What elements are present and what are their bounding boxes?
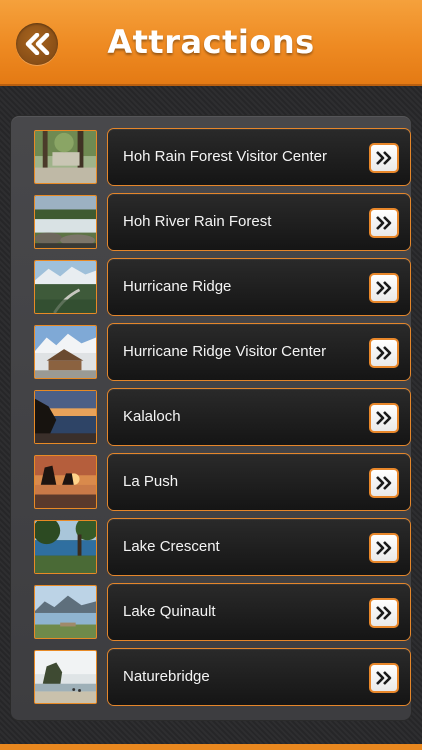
- list-item[interactable]: Hoh Rain Forest Visitor Center: [22, 129, 411, 187]
- attraction-label: Kalaloch: [123, 408, 181, 425]
- list-item[interactable]: Hurricane Ridge: [22, 259, 411, 317]
- page-title: Attractions: [107, 23, 315, 61]
- attraction-label: Lake Quinault: [123, 603, 216, 620]
- attraction-button[interactable]: Hurricane Ridge Visitor Center: [108, 324, 410, 380]
- attraction-label: Hurricane Ridge Visitor Center: [123, 343, 327, 360]
- list-item[interactable]: Naturebridge: [22, 649, 411, 707]
- double-chevron-right-icon: [376, 476, 392, 490]
- list-item[interactable]: Hurricane Ridge Visitor Center: [22, 324, 411, 382]
- list-item[interactable]: Hoh River Rain Forest: [22, 194, 411, 252]
- double-chevron-right-icon: [376, 541, 392, 555]
- open-attraction-button[interactable]: [369, 143, 399, 173]
- double-chevron-right-icon: [376, 671, 392, 685]
- list-item[interactable]: La Push: [22, 454, 411, 512]
- attraction-label: Hoh River Rain Forest: [123, 213, 272, 230]
- open-attraction-button[interactable]: [369, 208, 399, 238]
- attraction-button[interactable]: Hurricane Ridge: [108, 259, 410, 315]
- attraction-button[interactable]: Hoh River Rain Forest: [108, 194, 410, 250]
- double-chevron-right-icon: [376, 216, 392, 230]
- attraction-button[interactable]: La Push: [108, 454, 410, 510]
- thumbnail-coast-sunset: [34, 390, 97, 444]
- thumbnail-forest-visitor-center: [34, 130, 97, 184]
- attractions-list: Hoh Rain Forest Visitor Center Hoh River…: [11, 116, 411, 720]
- attraction-label: La Push: [123, 473, 179, 490]
- double-chevron-right-icon: [376, 606, 392, 620]
- attraction-button[interactable]: Lake Quinault: [108, 584, 410, 640]
- list-item[interactable]: Kalaloch: [22, 389, 411, 447]
- open-attraction-button[interactable]: [369, 663, 399, 693]
- list-item[interactable]: Lake Crescent: [22, 519, 411, 577]
- open-attraction-button[interactable]: [369, 273, 399, 303]
- thumbnail-beach-rock: [34, 650, 97, 704]
- open-attraction-button[interactable]: [369, 403, 399, 433]
- open-attraction-button[interactable]: [369, 598, 399, 628]
- thumbnail-sea-stacks-sunset: [34, 455, 97, 509]
- list-item[interactable]: Lake Quinault: [22, 584, 411, 642]
- thumbnail-river-rocks: [34, 195, 97, 249]
- thumbnail-lake-tree: [34, 520, 97, 574]
- double-chevron-right-icon: [376, 151, 392, 165]
- attraction-button[interactable]: Lake Crescent: [108, 519, 410, 575]
- attraction-button[interactable]: Kalaloch: [108, 389, 410, 445]
- open-attraction-button[interactable]: [369, 338, 399, 368]
- bottom-accent-bar: [0, 744, 422, 750]
- attraction-button[interactable]: Naturebridge: [108, 649, 410, 705]
- double-chevron-right-icon: [376, 346, 392, 360]
- open-attraction-button[interactable]: [369, 533, 399, 563]
- header-bar: Attractions: [0, 0, 422, 86]
- double-chevron-right-icon: [376, 411, 392, 425]
- thumbnail-lake-mountains: [34, 585, 97, 639]
- attraction-label: Hurricane Ridge: [123, 278, 232, 295]
- attraction-label: Naturebridge: [123, 668, 210, 685]
- thumbnail-lodge-snow-mountains: [34, 325, 97, 379]
- open-attraction-button[interactable]: [369, 468, 399, 498]
- attraction-label: Hoh Rain Forest Visitor Center: [123, 148, 327, 165]
- double-chevron-right-icon: [376, 281, 392, 295]
- thumbnail-mountain-road: [34, 260, 97, 314]
- attraction-label: Lake Crescent: [123, 538, 220, 555]
- attraction-button[interactable]: Hoh Rain Forest Visitor Center: [108, 129, 410, 185]
